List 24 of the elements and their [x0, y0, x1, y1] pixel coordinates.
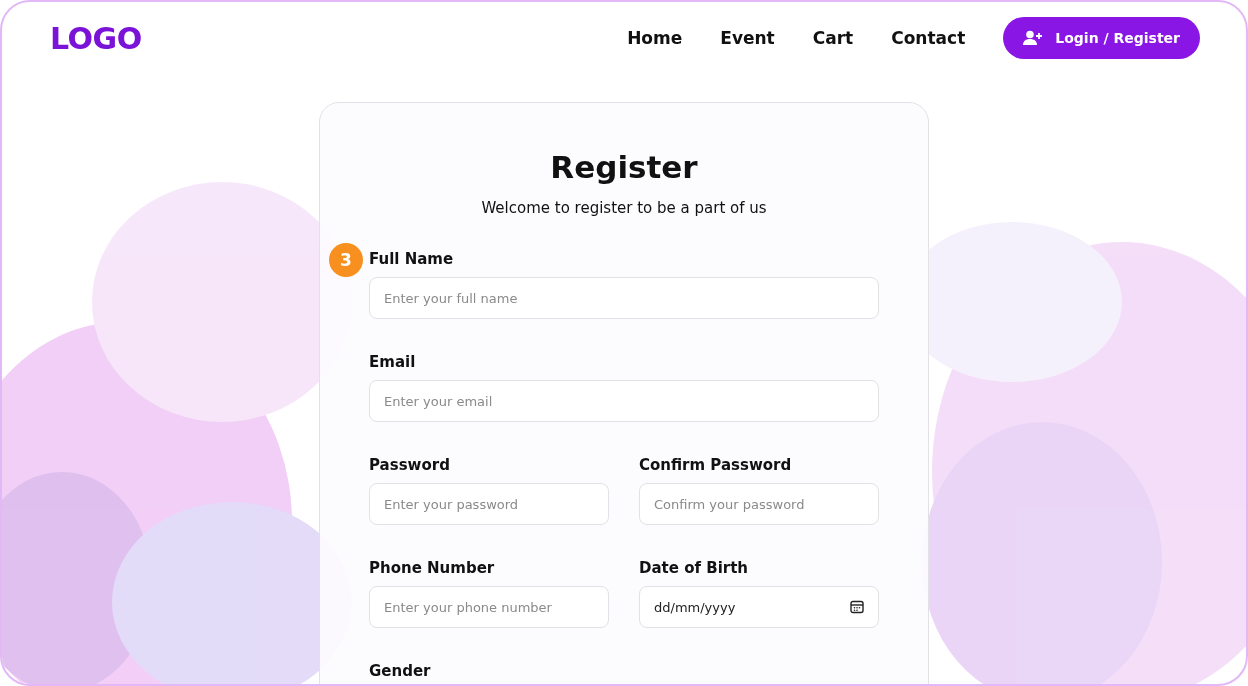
field-label: Password [369, 455, 451, 475]
input-field[interactable]: Enter your full name [369, 277, 879, 319]
field-label: Email [369, 352, 417, 372]
field-label: Gender [369, 661, 432, 681]
field-label: Phone Number [369, 558, 496, 578]
input-field[interactable]: Enter your phone number [369, 586, 609, 628]
field-label: Full Name [369, 249, 455, 269]
form-title: Register [549, 149, 699, 185]
form-subtitle: Welcome to register to be a part of us [480, 199, 768, 217]
nav-link[interactable]: Home [627, 28, 683, 48]
step-badge: 3 [329, 243, 363, 277]
calendar-icon[interactable] [850, 600, 864, 614]
logo[interactable]: LOGO [50, 20, 142, 56]
input-field[interactable]: Enter your email [369, 380, 879, 422]
nav-link[interactable]: Cart [812, 28, 854, 48]
login-register-button[interactable]: Login / Register [1003, 17, 1200, 59]
date-field[interactable]: dd/mm/yyyy [639, 586, 879, 628]
nav-link[interactable]: Event [720, 28, 775, 48]
input-field[interactable]: Enter your password [369, 483, 609, 525]
input-field[interactable]: Confirm your password [639, 483, 879, 525]
field-label: Confirm Password [639, 455, 793, 475]
nav-link[interactable]: Contact [891, 28, 966, 48]
add-user-icon [1023, 30, 1044, 46]
field-label: Date of Birth [639, 558, 749, 578]
